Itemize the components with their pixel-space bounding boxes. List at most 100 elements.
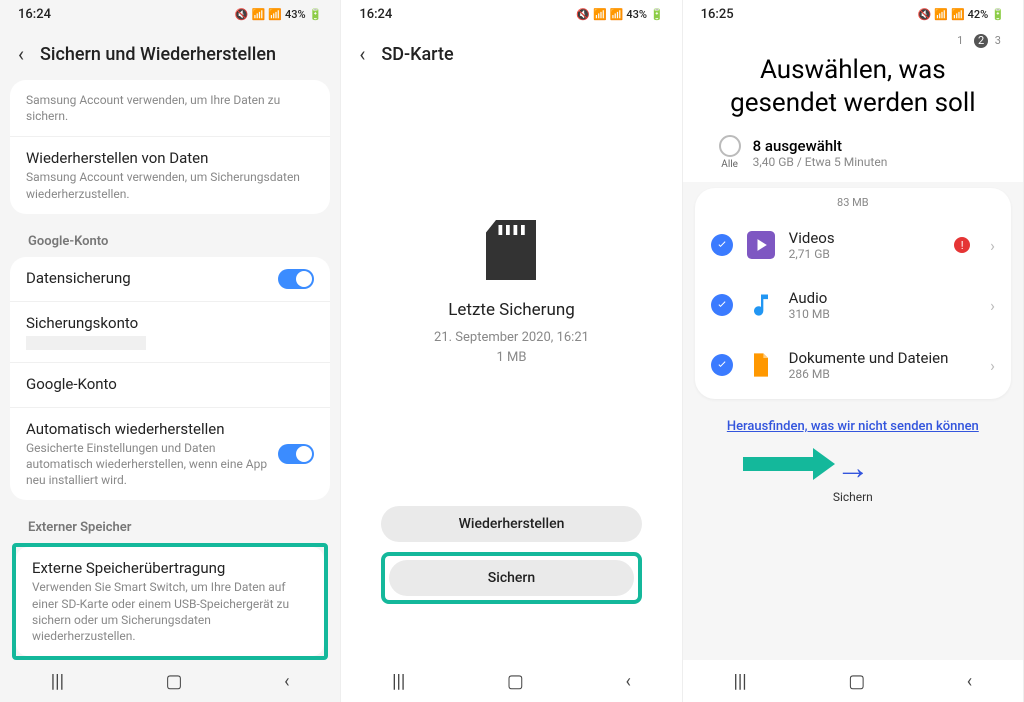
- section-google: Google-Konto: [10, 226, 330, 257]
- warning-icon: !: [954, 237, 970, 253]
- last-backup-label: Letzte Sicherung: [351, 300, 671, 320]
- video-icon: [747, 231, 775, 259]
- mute-icon: 🔇: [235, 8, 249, 21]
- status-bar: 16:25 🔇 📶 📶 42% 🔋: [683, 0, 1023, 28]
- home-icon[interactable]: ▢: [848, 671, 865, 692]
- backup-account-item[interactable]: Sicherungskonto: [10, 302, 330, 363]
- battery-icon: 🔋: [650, 8, 664, 21]
- back-nav-icon[interactable]: ‹: [625, 671, 630, 692]
- wifi-icon: 📶: [593, 8, 607, 21]
- external-transfer-item[interactable]: Externe Speicherübertragung Verwenden Si…: [16, 547, 324, 656]
- back-icon[interactable]: ‹: [359, 42, 365, 66]
- status-bar: 16:24 🔇 📶 📶 43% 🔋: [0, 0, 340, 28]
- checked-icon[interactable]: [711, 294, 733, 316]
- status-icons: 🔇 📶 📶 43% 🔋: [235, 8, 322, 21]
- wifi-icon: 📶: [934, 8, 948, 21]
- signal-icon: 📶: [268, 8, 282, 21]
- wizard-header: 1 2 3 Auswählen, was gesendet werden sol…: [683, 28, 1023, 182]
- recents-icon[interactable]: |||: [51, 671, 64, 692]
- restore-data-item[interactable]: Wiederherstellen von Daten Samsung Accou…: [10, 137, 330, 213]
- back-nav-icon[interactable]: ‹: [967, 671, 972, 692]
- clock: 16:25: [701, 7, 734, 22]
- primary-action: → Sichern: [683, 438, 1023, 510]
- select-all-radio[interactable]: [719, 135, 741, 157]
- checked-icon[interactable]: [711, 234, 733, 256]
- backup-size: 1 MB: [351, 348, 671, 368]
- redacted-account: [26, 336, 146, 350]
- highlight-external: Externe Speicherübertragung Verwenden Si…: [12, 543, 328, 660]
- list-item-videos[interactable]: Videos 2,71 GB ! ›: [695, 215, 1011, 275]
- google-account-item[interactable]: Google-Konto: [10, 363, 330, 408]
- back-icon[interactable]: ‹: [18, 42, 24, 66]
- mute-icon: 🔇: [576, 8, 590, 21]
- data-type-list: 83 MB Videos 2,71 GB ! › Audio 310 MB ›: [695, 188, 1011, 399]
- toggle-switch[interactable]: [278, 444, 314, 464]
- recents-icon[interactable]: |||: [733, 671, 746, 692]
- home-icon[interactable]: ▢: [166, 671, 183, 692]
- section-external: Externer Speicher: [10, 512, 330, 543]
- status-icons: 🔇 📶 📶 42% 🔋: [918, 8, 1005, 21]
- step-3: 3: [995, 34, 1005, 47]
- signal-icon: 📶: [951, 8, 965, 21]
- back-nav-icon[interactable]: ‹: [284, 671, 289, 692]
- backup-status: Letzte Sicherung 21. September 2020, 16:…: [351, 80, 671, 367]
- app-header: ‹ SD-Karte: [341, 28, 681, 80]
- step-1: 1: [957, 34, 967, 47]
- mute-icon: 🔇: [918, 8, 932, 21]
- list-item-audio[interactable]: Audio 310 MB ›: [695, 275, 1011, 335]
- phone-screen-1: 16:24 🔇 📶 📶 43% 🔋 ‹ Sichern und Wiederhe…: [0, 0, 341, 702]
- recents-icon[interactable]: |||: [392, 671, 405, 692]
- backup-date: 21. September 2020, 16:21: [351, 328, 671, 348]
- backup-data-item[interactable]: Samsung Account verwenden, um Ihre Daten…: [10, 80, 330, 137]
- status-icons: 🔇 📶 📶 43% 🔋: [576, 8, 663, 21]
- step-indicator: 1 2 3: [701, 34, 1005, 48]
- step-2-active: 2: [974, 34, 988, 48]
- phone-screen-3: 16:25 🔇 📶 📶 42% 🔋 1 2 3 Auswählen, was g…: [683, 0, 1024, 702]
- sd-content: Letzte Sicherung 21. September 2020, 16:…: [341, 80, 681, 660]
- battery-text: 42%: [968, 8, 989, 21]
- button-stack: Wiederherstellen Sichern: [341, 506, 681, 610]
- samsung-account-card: Samsung Account verwenden, um Ihre Daten…: [10, 80, 330, 214]
- external-card: Externe Speicherübertragung Verwenden Si…: [16, 547, 324, 656]
- document-icon: [747, 351, 775, 379]
- settings-content: Samsung Account verwenden, um Ihre Daten…: [0, 80, 340, 660]
- backup-button[interactable]: Sichern: [389, 560, 633, 596]
- restore-button[interactable]: Wiederherstellen: [381, 506, 641, 542]
- data-backup-item[interactable]: Datensicherung: [10, 257, 330, 302]
- clock: 16:24: [359, 7, 392, 22]
- proceed-arrow-icon[interactable]: →: [836, 448, 870, 488]
- page-title: SD-Karte: [381, 44, 453, 65]
- nav-bar: ||| ▢ ‹: [0, 660, 340, 702]
- auto-restore-item[interactable]: Automatisch wiederherstellen Gesicherte …: [10, 408, 330, 501]
- google-card: Datensicherung Sicherungskonto Google-Ko…: [10, 257, 330, 501]
- chevron-right-icon: ›: [990, 236, 995, 255]
- signal-icon: 📶: [610, 8, 624, 21]
- selection-summary: 8 ausgewählt 3,40 GB / Etwa 5 Minuten: [753, 137, 888, 169]
- page-title: Sichern und Wiederherstellen: [40, 44, 276, 65]
- proceed-label: Sichern: [683, 490, 1023, 504]
- audio-icon: [747, 291, 775, 319]
- checked-icon[interactable]: [711, 354, 733, 376]
- app-header: ‹ Sichern und Wiederherstellen: [0, 28, 340, 80]
- wifi-icon: 📶: [252, 8, 266, 21]
- toggle-switch[interactable]: [278, 269, 314, 289]
- wizard-title: Auswählen, was gesendet werden soll: [701, 48, 1005, 135]
- battery-icon: 🔋: [991, 8, 1005, 21]
- battery-text: 43%: [285, 8, 306, 21]
- annotation-arrow: [743, 448, 835, 480]
- nav-bar: ||| ▢ ‹: [683, 660, 1023, 702]
- select-all-row[interactable]: Alle 8 ausgewählt 3,40 GB / Etwa 5 Minut…: [701, 135, 1005, 180]
- battery-icon: 🔋: [309, 8, 323, 21]
- clock: 16:24: [18, 7, 51, 22]
- home-icon[interactable]: ▢: [507, 671, 524, 692]
- list-item-peek: 83 MB: [695, 192, 1011, 215]
- status-bar: 16:24 🔇 📶 📶 43% 🔋: [341, 0, 681, 28]
- all-label: Alle: [719, 159, 741, 170]
- battery-text: 43%: [626, 8, 647, 21]
- chevron-right-icon: ›: [990, 296, 995, 315]
- list-item-documents[interactable]: Dokumente und Dateien 286 MB ›: [695, 335, 1011, 395]
- selection-content: 83 MB Videos 2,71 GB ! › Audio 310 MB ›: [683, 182, 1023, 660]
- phone-screen-2: 16:24 🔇 📶 📶 43% 🔋 ‹ SD-Karte Letzte Sich…: [341, 0, 682, 702]
- sd-card-icon: [486, 220, 536, 280]
- find-out-link[interactable]: Herausfinden, was wir nicht senden könne…: [683, 405, 1023, 438]
